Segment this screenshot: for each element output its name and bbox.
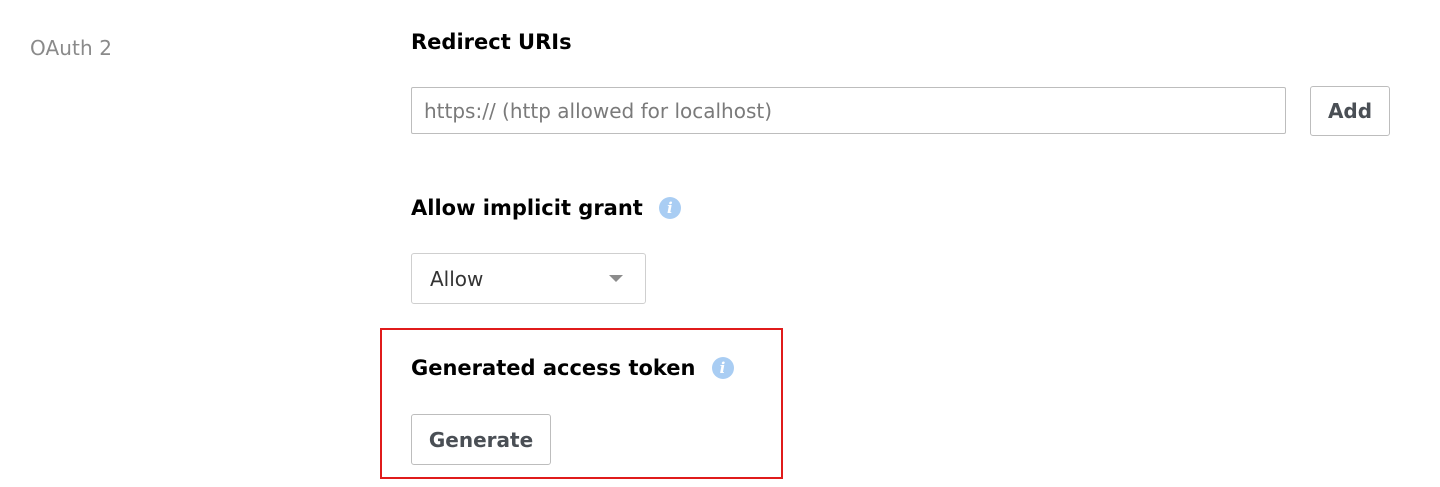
implicit-grant-title: Allow implicit grant i	[411, 196, 681, 220]
oauth2-settings-page: OAuth 2 Redirect URIs Add Allow implicit…	[0, 0, 1440, 487]
chevron-down-icon	[609, 275, 623, 282]
access-token-title: Generated access token i	[411, 356, 734, 380]
info-icon[interactable]: i	[658, 197, 681, 219]
section-label: OAuth 2	[30, 36, 113, 60]
add-redirect-uri-button[interactable]: Add	[1310, 86, 1390, 136]
implicit-grant-select[interactable]: Allow	[411, 253, 646, 304]
implicit-grant-title-text: Allow implicit grant	[411, 196, 643, 220]
redirect-uris-title: Redirect URIs	[411, 30, 572, 54]
info-icon[interactable]: i	[711, 357, 734, 379]
generate-token-button[interactable]: Generate	[411, 414, 551, 465]
implicit-grant-selected-value: Allow	[430, 266, 484, 291]
access-token-title-text: Generated access token	[411, 356, 696, 380]
redirect-uris-title-text: Redirect URIs	[411, 30, 572, 54]
redirect-uri-input[interactable]	[411, 87, 1286, 134]
